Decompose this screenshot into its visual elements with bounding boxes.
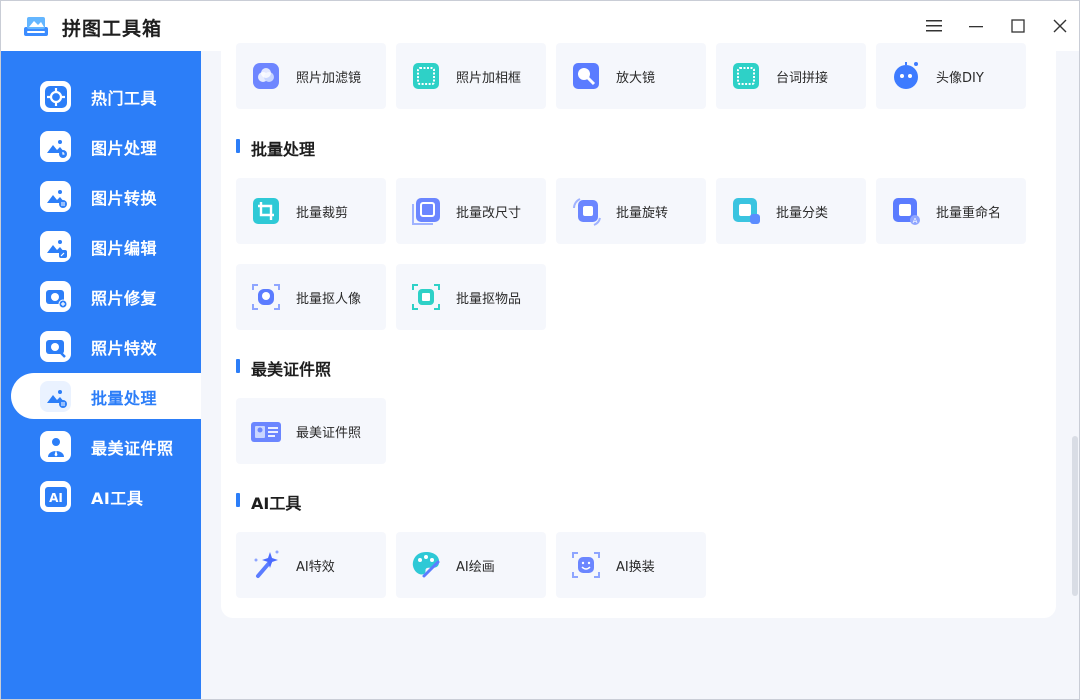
card-label: 批量裁剪 bbox=[296, 206, 349, 221]
app-logo-icon bbox=[24, 17, 48, 36]
close-icon bbox=[1053, 19, 1067, 33]
face-swap-icon bbox=[572, 552, 600, 578]
sidebar-item-batch-process[interactable]: 批量处理 bbox=[11, 373, 201, 419]
card-batch-rotate[interactable]: 批量旋转 bbox=[556, 178, 706, 244]
section-title-ai: AI工具 bbox=[236, 490, 301, 514]
card-label: 照片加滤镜 bbox=[296, 71, 362, 86]
section-title-batch: 批量处理 bbox=[236, 136, 315, 160]
rotate-icon bbox=[573, 198, 601, 226]
sidebar-item-label: 图片转换 bbox=[91, 189, 158, 208]
card-label: 批量重命名 bbox=[936, 206, 1002, 221]
card-magnifier[interactable]: 放大镜 bbox=[556, 43, 706, 109]
card-batch-cutout-object[interactable]: 批量抠物品 bbox=[396, 264, 546, 330]
card-label: 头像DIY bbox=[936, 71, 984, 86]
close-button[interactable] bbox=[1045, 11, 1075, 41]
hot-tools-icon bbox=[40, 81, 71, 112]
rename-icon: A bbox=[893, 198, 920, 225]
card-label: AI换装 bbox=[616, 560, 655, 575]
crop-icon bbox=[253, 198, 279, 224]
card-photo-filter[interactable]: 照片加滤镜 bbox=[236, 43, 386, 109]
id-photo-icon bbox=[40, 431, 71, 462]
card-label: 最美证件照 bbox=[296, 426, 362, 441]
sidebar-item-image-edit[interactable]: 图片编辑 bbox=[11, 223, 201, 269]
maximize-icon bbox=[1011, 19, 1025, 33]
sidebar-item-image-process[interactable]: 图片处理 bbox=[11, 123, 201, 169]
batch-process-icon bbox=[40, 381, 71, 412]
scrollbar[interactable] bbox=[1072, 436, 1078, 596]
magnifier-icon bbox=[573, 63, 599, 89]
card-label: 台词拼接 bbox=[776, 71, 829, 86]
card-label: 批量旋转 bbox=[616, 206, 669, 221]
maximize-button[interactable] bbox=[1003, 11, 1033, 41]
card-subtitle-stitch[interactable]: 台词拼接 bbox=[716, 43, 866, 109]
card-label: 批量抠物品 bbox=[456, 292, 522, 307]
card-label: 放大镜 bbox=[616, 71, 656, 86]
filter-icon bbox=[253, 63, 279, 89]
card-batch-cutout-portrait[interactable]: 批量抠人像 bbox=[236, 264, 386, 330]
section-title-idphoto: 最美证件照 bbox=[236, 356, 331, 380]
sidebar-item-label: 批量处理 bbox=[91, 389, 158, 408]
classify-icon bbox=[733, 198, 760, 224]
subtitle-stitch-icon bbox=[733, 63, 759, 89]
card-batch-crop[interactable]: 批量裁剪 bbox=[236, 178, 386, 244]
sidebar-item-label: 图片编辑 bbox=[91, 239, 158, 258]
card-label: AI绘画 bbox=[456, 560, 495, 575]
card-batch-rename[interactable]: A 批量重命名 bbox=[876, 178, 1026, 244]
card-ai-effect[interactable]: AI特效 bbox=[236, 532, 386, 598]
minimize-button[interactable] bbox=[961, 11, 991, 41]
svg-text:AI: AI bbox=[49, 491, 63, 505]
card-label: 批量改尺寸 bbox=[456, 206, 522, 221]
sidebar-item-photo-repair[interactable]: 照片修复 bbox=[11, 273, 201, 319]
cutout-portrait-icon bbox=[252, 284, 280, 310]
sidebar-item-hot-tools[interactable]: 热门工具 bbox=[11, 73, 201, 119]
app-title: 拼图工具箱 bbox=[62, 18, 163, 40]
sidebar-item-label: 最美证件照 bbox=[91, 439, 174, 458]
card-ai-outfit[interactable]: AI换装 bbox=[556, 532, 706, 598]
card-label: 照片加相框 bbox=[456, 71, 522, 86]
image-process-icon bbox=[40, 131, 71, 162]
sidebar-item-label: 热门工具 bbox=[91, 89, 158, 108]
card-avatar-diy[interactable]: 头像DIY bbox=[876, 43, 1026, 109]
sidebar-item-ai-tools[interactable]: AI AI工具 bbox=[11, 473, 201, 519]
menu-button[interactable] bbox=[919, 11, 949, 41]
card-id-photo[interactable]: 最美证件照 bbox=[236, 398, 386, 464]
menu-icon bbox=[926, 20, 942, 32]
app-window: 拼图工具箱 热门工具 图片处理 图片转换 图片编辑 照片修复 照片特效 批量处理… bbox=[0, 0, 1080, 700]
magic-wand-icon bbox=[254, 550, 279, 578]
sidebar-item-photo-effect[interactable]: 照片特效 bbox=[11, 323, 201, 369]
main-content: 照片加滤镜 照片加相框 放大镜 台词拼接 头像DIY 批量处理 批量裁剪 批量改… bbox=[201, 43, 1079, 699]
id-card-icon bbox=[251, 422, 281, 442]
card-ai-painting[interactable]: AI绘画 bbox=[396, 532, 546, 598]
card-label: 批量分类 bbox=[776, 206, 829, 221]
card-label: 批量抠人像 bbox=[296, 292, 362, 307]
sidebar-item-image-convert[interactable]: 图片转换 bbox=[11, 173, 201, 219]
photo-effect-icon bbox=[40, 331, 71, 362]
sidebar-item-id-photo[interactable]: 最美证件照 bbox=[11, 423, 201, 469]
frame-icon bbox=[413, 63, 439, 89]
card-batch-classify[interactable]: 批量分类 bbox=[716, 178, 866, 244]
sidebar-item-label: 照片特效 bbox=[91, 339, 158, 358]
photo-repair-icon bbox=[40, 281, 71, 312]
cutout-object-icon bbox=[412, 284, 440, 310]
avatar-diy-icon bbox=[894, 62, 918, 89]
card-batch-resize[interactable]: 批量改尺寸 bbox=[396, 178, 546, 244]
resize-icon bbox=[412, 198, 440, 225]
sidebar-item-label: 图片处理 bbox=[91, 139, 158, 158]
sidebar: 热门工具 图片处理 图片转换 图片编辑 照片修复 照片特效 批量处理 最美证件照… bbox=[1, 51, 201, 699]
palette-icon bbox=[412, 552, 440, 578]
sidebar-item-label: AI工具 bbox=[91, 489, 144, 508]
card-label: AI特效 bbox=[296, 560, 335, 575]
card-photo-frame[interactable]: 照片加相框 bbox=[396, 43, 546, 109]
svg-text:A: A bbox=[913, 217, 918, 225]
image-edit-icon bbox=[40, 231, 71, 262]
minimize-icon bbox=[969, 26, 983, 28]
sidebar-item-label: 照片修复 bbox=[91, 289, 158, 308]
image-convert-icon bbox=[40, 181, 71, 212]
ai-tools-icon: AI bbox=[40, 481, 71, 512]
